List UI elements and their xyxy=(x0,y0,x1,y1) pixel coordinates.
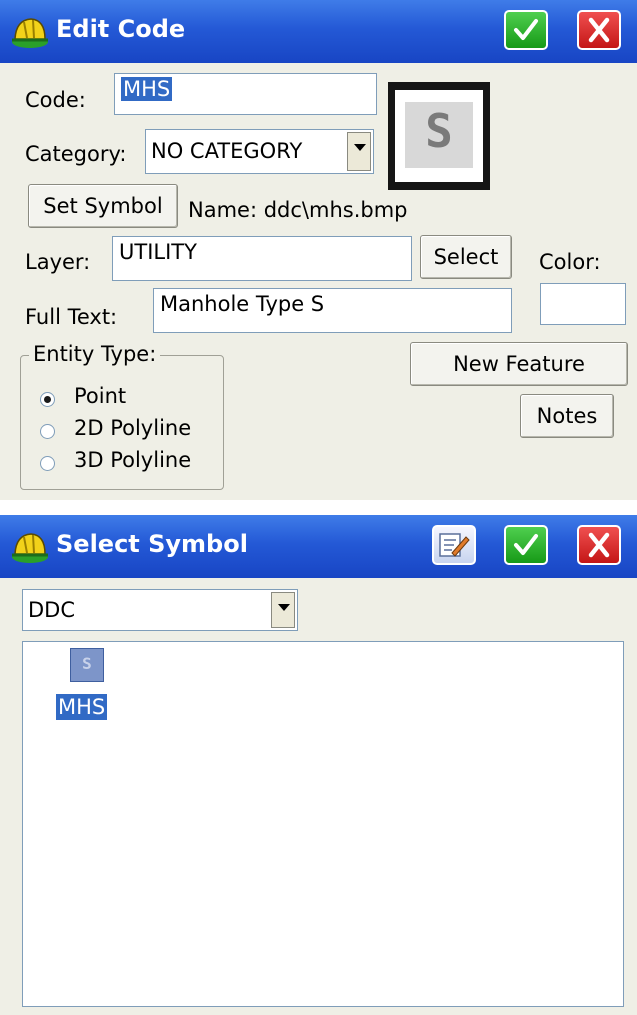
edit-button[interactable] xyxy=(432,525,476,565)
color-label: Color: xyxy=(539,250,601,274)
edit-code-window: Edit Code Code: MHS S Category: NO CATEG… xyxy=(0,0,637,500)
close-icon xyxy=(588,17,610,43)
category-select[interactable]: NO CATEGORY xyxy=(145,129,374,174)
full-text-value: Manhole Type S xyxy=(160,292,325,316)
layer-label: Layer: xyxy=(25,250,91,274)
symbol-preview: S xyxy=(388,82,490,190)
select-label: Select xyxy=(433,245,499,269)
code-input[interactable]: MHS xyxy=(114,73,377,115)
radio-point[interactable] xyxy=(40,392,55,407)
color-swatch[interactable] xyxy=(540,283,626,325)
notes-label: Notes xyxy=(536,404,598,428)
entity-type-group: Entity Type: Point 2D Polyline 3D Polyli… xyxy=(20,342,224,490)
edit-note-icon xyxy=(439,533,470,557)
window-title: Select Symbol xyxy=(56,530,248,558)
chevron-down-icon[interactable] xyxy=(271,592,295,628)
full-text-label: Full Text: xyxy=(25,305,118,329)
title-bar: Select Symbol xyxy=(0,515,637,578)
layer-input[interactable]: UTILITY xyxy=(112,236,412,281)
symbol-list[interactable]: S MHS xyxy=(22,641,624,1007)
select-symbol-window: Select Symbol DDC S MHS xyxy=(0,515,637,1015)
radio-3d-polyline-label: 3D Polyline xyxy=(74,448,192,472)
full-text-input[interactable]: Manhole Type S xyxy=(153,288,512,333)
set-symbol-label: Set Symbol xyxy=(43,194,163,218)
radio-2d-polyline-label: 2D Polyline xyxy=(74,416,192,440)
code-label: Code: xyxy=(25,88,86,112)
symbol-item[interactable]: S MHS xyxy=(53,648,123,732)
checkmark-icon xyxy=(514,534,538,555)
checkmark-icon xyxy=(514,19,538,40)
title-bar: Edit Code xyxy=(0,0,637,63)
radio-2d-polyline[interactable] xyxy=(40,424,55,439)
symbol-glyph: S xyxy=(425,104,453,158)
chevron-down-icon[interactable] xyxy=(347,132,371,171)
hardhat-icon xyxy=(12,18,48,48)
new-feature-button[interactable]: New Feature xyxy=(410,342,628,386)
code-value: MHS xyxy=(121,77,173,101)
ok-button[interactable] xyxy=(504,10,548,50)
radio-point-label: Point xyxy=(74,384,127,408)
hardhat-icon xyxy=(12,533,48,563)
cancel-button[interactable] xyxy=(577,525,621,565)
entity-type-label: Entity Type: xyxy=(29,342,161,366)
category-label: Category: xyxy=(25,142,127,166)
symbol-name-text: Name: ddc\mhs.bmp xyxy=(188,198,408,222)
symbol-item-label: MHS xyxy=(56,694,108,720)
notes-button[interactable]: Notes xyxy=(520,394,614,438)
category-value: NO CATEGORY xyxy=(151,139,303,163)
close-icon xyxy=(588,532,610,558)
window-title: Edit Code xyxy=(56,15,186,43)
radio-3d-polyline[interactable] xyxy=(40,456,55,471)
ok-button[interactable] xyxy=(504,525,548,565)
cancel-button[interactable] xyxy=(577,10,621,50)
library-value: DDC xyxy=(28,598,76,622)
layer-value: UTILITY xyxy=(119,240,197,264)
select-layer-button[interactable]: Select xyxy=(420,235,512,279)
symbol-thumbnail-glyph: S xyxy=(82,654,92,673)
set-symbol-button[interactable]: Set Symbol xyxy=(28,184,178,228)
symbol-thumbnail: S xyxy=(70,648,104,682)
library-select[interactable]: DDC xyxy=(22,589,298,631)
new-feature-label: New Feature xyxy=(453,352,585,376)
